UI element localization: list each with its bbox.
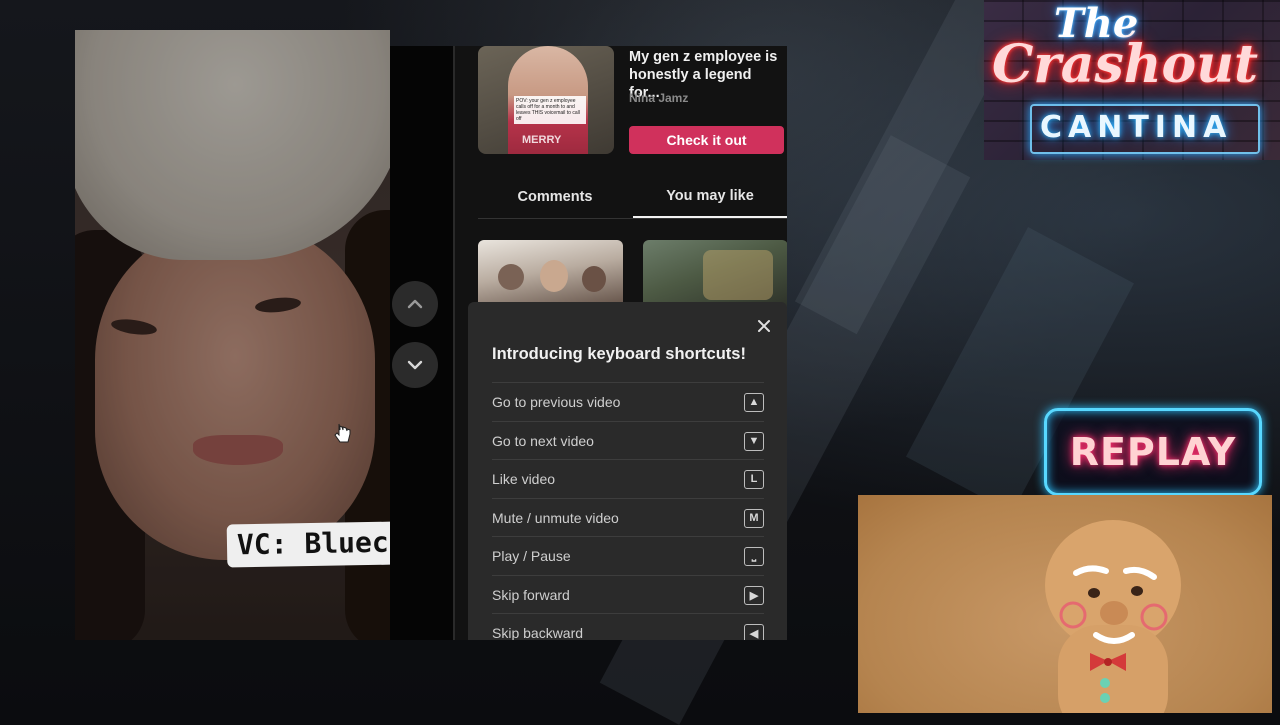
- promo-thumb-caption: POV: your gen z employee calls off for a…: [514, 96, 586, 124]
- previous-video-button[interactable]: [392, 281, 438, 327]
- thumbnail-person: [498, 264, 524, 290]
- shortcut-label: Mute / unmute video: [492, 510, 619, 526]
- close-icon: [758, 320, 770, 332]
- crashout-cantina-logo: The Crashout CANTINA: [984, 0, 1280, 160]
- shortcut-label: Go to next video: [492, 433, 594, 449]
- shortcut-label: Like video: [492, 471, 556, 487]
- shortcut-row-mute: Mute / unmute video M: [492, 498, 764, 537]
- cursor-icon: [334, 423, 351, 443]
- shortcut-label: Play / Pause: [492, 548, 571, 564]
- popup-title: Introducing keyboard shortcuts!: [492, 345, 746, 363]
- popup-close-button[interactable]: [754, 316, 774, 336]
- replay-badge: REPLAY: [1044, 408, 1262, 496]
- suggested-video-thumbnail[interactable]: [478, 240, 623, 310]
- thumbnail-person: [582, 266, 606, 292]
- suggested-video-thumbnail[interactable]: [643, 240, 787, 310]
- replay-label: REPLAY: [1069, 430, 1237, 474]
- shortcut-key-down-icon: ▼: [744, 431, 764, 451]
- promo-author[interactable]: Nina Jamz: [629, 91, 688, 105]
- promo-thumb-sweater-text: MERRY: [522, 134, 562, 146]
- shortcut-row-next-video: Go to next video ▼: [492, 421, 764, 460]
- shortcut-key-left-icon: ◀: [744, 623, 764, 640]
- shortcut-key-l: L: [744, 469, 764, 489]
- shortcut-row-play-pause: Play / Pause ⎵: [492, 536, 764, 575]
- logo-line-crashout: Crashout: [992, 34, 1259, 95]
- gingerbread-man-icon: [1045, 520, 1181, 713]
- promo-thumbnail[interactable]: POV: your gen z employee calls off for a…: [478, 46, 614, 154]
- video-overlay-text: VC: Bluecatclurb: [226, 519, 390, 568]
- shortcut-key-m: M: [744, 508, 764, 528]
- shortcut-label: Go to previous video: [492, 394, 621, 410]
- tab-comments[interactable]: Comments: [478, 176, 632, 218]
- shortcut-row-skip-backward: Skip backward ◀: [492, 613, 764, 640]
- check-it-out-button[interactable]: Check it out: [629, 126, 784, 154]
- panel-tabs: Comments You may like: [478, 176, 787, 219]
- chevron-down-icon: [407, 360, 423, 370]
- shortcut-label: Skip backward: [492, 625, 584, 640]
- gingerbread-video: [858, 495, 1272, 713]
- main-video[interactable]: VC: Bluecatclurb: [75, 30, 390, 640]
- next-video-button[interactable]: [392, 342, 438, 388]
- shortcut-label: Skip forward: [492, 587, 570, 603]
- keyboard-shortcuts-popup: Introducing keyboard shortcuts! Go to pr…: [468, 302, 787, 640]
- shortcut-key-up-icon: ▲: [744, 392, 764, 412]
- thumbnail-scene: [703, 250, 773, 300]
- chevron-up-icon: [407, 299, 423, 309]
- shortcut-key-space-icon: ⎵: [744, 546, 764, 566]
- shortcut-row-previous-video: Go to previous video ▲: [492, 382, 764, 421]
- logo-line-cantina: CANTINA: [1040, 110, 1233, 145]
- shortcut-row-like-video: Like video L: [492, 459, 764, 498]
- tab-you-may-like[interactable]: You may like: [633, 176, 787, 218]
- thumbnail-person: [540, 260, 568, 292]
- shortcut-row-skip-forward: Skip forward ▶: [492, 575, 764, 614]
- shortcut-key-right-icon: ▶: [744, 585, 764, 605]
